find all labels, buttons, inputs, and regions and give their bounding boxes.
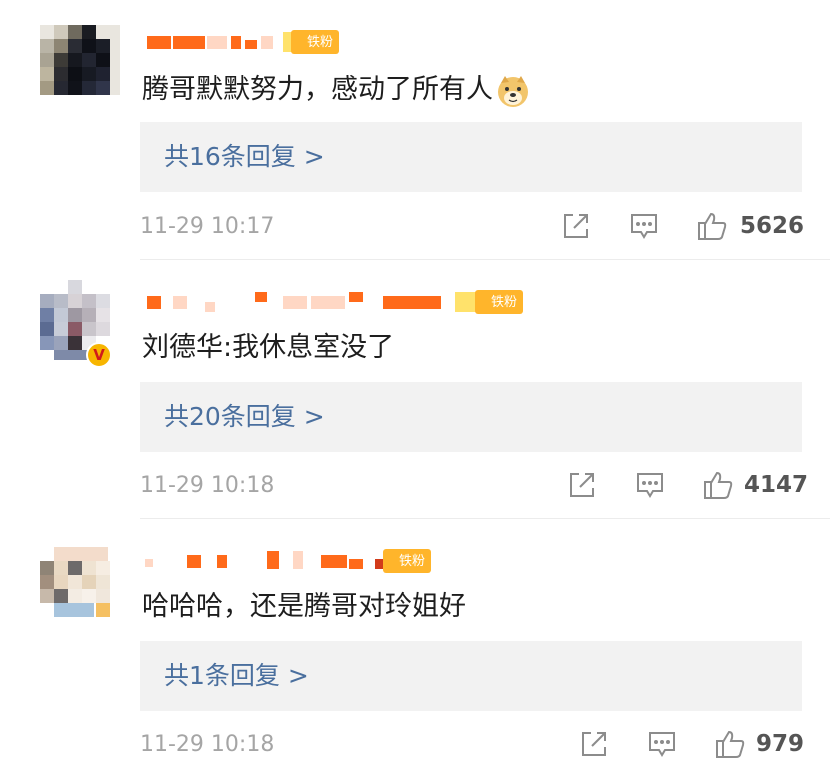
view-replies-link[interactable]: 共20条回复 > bbox=[164, 399, 325, 435]
comment-meta: 11-29 10:17 5626 bbox=[140, 207, 805, 247]
username-redacted[interactable]: 铁粉 bbox=[143, 549, 543, 575]
like-count: 979 bbox=[756, 731, 805, 757]
comment-icon[interactable] bbox=[634, 469, 666, 501]
share-icon[interactable] bbox=[560, 210, 592, 242]
thumbs-up-icon[interactable] bbox=[702, 469, 734, 501]
timestamp: 11-29 10:18 bbox=[140, 473, 275, 498]
fan-badge: 铁粉 bbox=[291, 30, 340, 54]
like-count: 5626 bbox=[740, 213, 805, 239]
divider bbox=[140, 518, 830, 519]
thumbs-up-icon[interactable] bbox=[714, 728, 746, 760]
comment-icon[interactable] bbox=[628, 210, 660, 242]
comment-text: 刘德华:我休息室没了 bbox=[142, 332, 395, 363]
comment-meta: 11-29 10:18 bbox=[140, 466, 808, 506]
comment-text: 哈哈哈，还是腾哥对玲姐好 bbox=[142, 591, 466, 622]
reply-summary[interactable]: 共1条回复 > bbox=[140, 641, 802, 711]
reply-summary[interactable]: 共20条回复 > bbox=[140, 382, 802, 452]
comment-icon[interactable] bbox=[646, 728, 678, 760]
avatar[interactable] bbox=[40, 25, 120, 105]
fan-badge: 铁粉 bbox=[383, 549, 432, 573]
doge-emoji-icon bbox=[495, 73, 531, 109]
share-icon[interactable] bbox=[566, 469, 598, 501]
timestamp: 11-29 10:17 bbox=[140, 214, 275, 239]
avatar[interactable] bbox=[40, 547, 120, 627]
comment-meta: 11-29 10:18 bbox=[140, 725, 805, 765]
share-icon[interactable] bbox=[578, 728, 610, 760]
verified-badge-icon: V bbox=[86, 342, 112, 368]
comment-text: 腾哥默默努力，感动了所有人 bbox=[142, 72, 531, 109]
reply-summary[interactable]: 共16条回复 > bbox=[140, 122, 802, 192]
fan-badge: 铁粉 bbox=[475, 290, 524, 314]
thumbs-up-icon[interactable] bbox=[696, 210, 728, 242]
username-redacted[interactable]: 铁粉 bbox=[143, 30, 543, 56]
view-replies-link[interactable]: 共1条回复 > bbox=[164, 658, 309, 694]
divider bbox=[140, 259, 830, 260]
comment-feed: 铁粉 腾哥默默努力，感动了所有人 共16条回复 > 11-29 10:17 56… bbox=[0, 0, 830, 774]
like-count: 4147 bbox=[744, 472, 809, 498]
view-replies-link[interactable]: 共16条回复 > bbox=[164, 139, 325, 175]
timestamp: 11-29 10:18 bbox=[140, 732, 275, 757]
username-redacted[interactable]: 铁粉 bbox=[143, 290, 543, 316]
